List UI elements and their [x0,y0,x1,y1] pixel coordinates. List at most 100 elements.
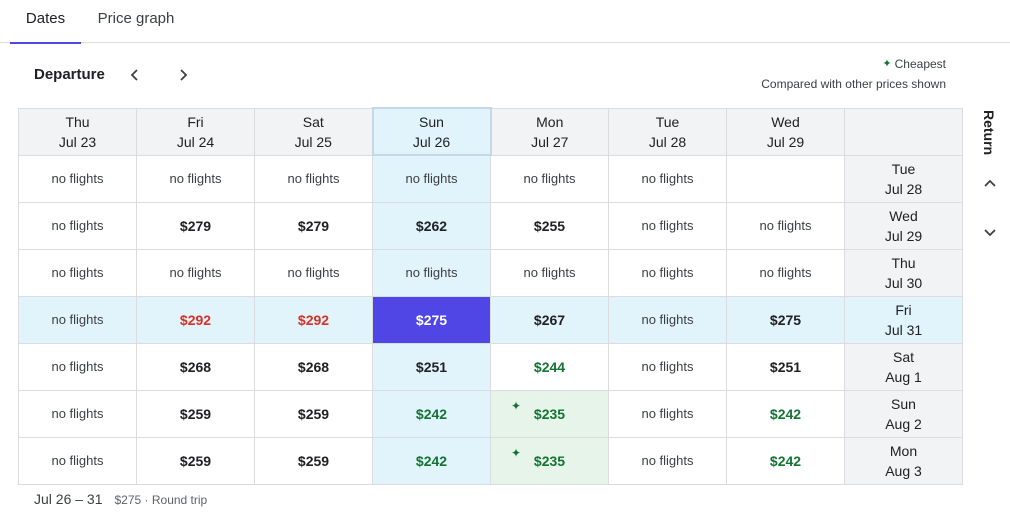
no-flights-text: no flights [641,359,694,374]
return-date-header[interactable]: Sat Aug 1 [844,342,963,391]
return-day: Tue [891,160,916,177]
price-value: $242 [769,452,802,469]
price-cell[interactable]: no flights [372,154,491,203]
price-value: $268 [297,358,330,375]
price-cell[interactable]: $279 [254,201,373,250]
price-cell[interactable]: no flights [254,248,373,297]
price-cell[interactable]: no flights [608,248,727,297]
tab-price-graph[interactable]: Price graph [86,0,186,43]
price-cell[interactable]: no flights [726,201,845,250]
table-row: no flights $292 $292 $275 $267 no flights $275… [18,295,963,344]
price-cell[interactable]: $242 [372,389,491,438]
no-flights-text: no flights [523,265,576,280]
price-cell[interactable]: no flights [608,154,727,203]
departure-date-header[interactable]: Fri Jul 24 [136,107,255,156]
price-cell[interactable]: no flights [726,248,845,297]
price-cell[interactable]: no flights [608,201,727,250]
tab-dates[interactable]: Dates [10,0,81,44]
price-cell[interactable]: $251 [726,342,845,391]
header-date: Jul 23 [58,133,97,150]
return-date-header[interactable]: Tue Jul 28 [844,154,963,203]
no-flights-text: no flights [169,171,222,186]
price-cell[interactable]: no flights [18,201,137,250]
price-cell[interactable]: $242 [726,389,845,438]
return-date-header[interactable]: Fri Jul 31 [844,295,963,344]
price-cell[interactable]: no flights [490,154,609,203]
return-label-text: Return [981,110,997,156]
price-cell[interactable]: ✦ $235 [490,436,609,485]
return-prev-button[interactable] [978,172,1002,196]
tab-bar: Dates Price graph [0,0,1010,44]
price-cell[interactable]: no flights [18,436,137,485]
price-cell[interactable]: no flights [490,248,609,297]
price-cell[interactable]: $242 [726,436,845,485]
departure-prev-button[interactable] [123,63,147,87]
no-flights-text: no flights [641,453,694,468]
price-cell[interactable]: $268 [136,342,255,391]
departure-date-header[interactable]: Sat Jul 25 [254,107,373,156]
header-date: Jul 28 [648,133,687,150]
price-cell[interactable]: ✦ $235 [490,389,609,438]
price-cell[interactable]: $275 [726,295,845,344]
price-cell[interactable]: no flights [18,295,137,344]
price-cell[interactable]: no flights [18,389,137,438]
return-date-header[interactable]: Mon Aug 3 [844,436,963,485]
price-cell[interactable]: $242 [372,436,491,485]
price-cell[interactable]: no flights [18,342,137,391]
no-flights-text: no flights [287,171,340,186]
return-day: Wed [889,207,918,224]
price-cell[interactable]: no flights [608,295,727,344]
price-cell[interactable]: no flights [254,154,373,203]
header-date: Jul 26 [412,133,451,150]
price-cell[interactable]: no flights [18,154,137,203]
price-cell[interactable]: $244 [490,342,609,391]
price-cell[interactable]: no flights [136,154,255,203]
legend-compare: Compared with other prices shown [761,77,946,91]
price-cell[interactable]: $267 [490,295,609,344]
price-cell[interactable]: no flights [18,248,137,297]
price-cell[interactable]: $279 [136,201,255,250]
header-date: Jul 29 [766,133,805,150]
return-next-button[interactable] [978,220,1002,244]
sparkle-icon: ✦ [511,445,522,460]
price-cell[interactable]: $268 [254,342,373,391]
price-cell[interactable]: no flights [136,248,255,297]
price-value: $279 [297,217,330,234]
price-value: $255 [533,217,566,234]
price-cell[interactable]: $255 [490,201,609,250]
return-date: Aug 2 [885,415,922,432]
price-cell[interactable]: $275 [372,295,491,344]
price-cell[interactable]: $259 [254,389,373,438]
chevron-left-icon [130,69,138,81]
price-cell[interactable]: no flights [372,248,491,297]
price-value: $259 [297,452,330,469]
departure-date-header[interactable]: Tue Jul 28 [608,107,727,156]
price-value: $275 [769,311,802,328]
price-cell[interactable]: $259 [136,389,255,438]
price-cell[interactable]: no flights [608,436,727,485]
price-cell[interactable]: $251 [372,342,491,391]
header-day: Wed [771,113,800,130]
departure-date-header[interactable]: Wed Jul 29 [726,107,845,156]
return-day: Sat [892,348,914,365]
departure-next-button[interactable] [171,63,195,87]
departure-date-header[interactable]: Mon Jul 27 [490,107,609,156]
return-date-header[interactable]: Wed Jul 29 [844,201,963,250]
price-cell[interactable]: $259 [254,436,373,485]
price-cell[interactable]: $292 [254,295,373,344]
departure-date-header[interactable]: Sun Jul 26 [371,107,492,156]
price-cell[interactable]: no flights [608,389,727,438]
price-value: $242 [415,405,448,422]
price-cell[interactable]: $292 [136,295,255,344]
departure-date-header[interactable]: Thu Jul 23 [18,107,137,156]
return-date-header[interactable]: Thu Jul 30 [844,248,963,297]
price-cell[interactable]: $259 [136,436,255,485]
legend-cheapest: ✦ Cheapest [882,57,946,71]
selection-summary: Jul 26 – 31 $275 · Round trip [34,491,207,507]
price-cell[interactable]: $262 [372,201,491,250]
price-cell[interactable]: no flights [608,342,727,391]
no-flights-text: no flights [169,265,222,280]
no-flights-text: no flights [641,312,694,327]
price-value: $251 [769,358,802,375]
return-date-header[interactable]: Sun Aug 2 [844,389,963,438]
